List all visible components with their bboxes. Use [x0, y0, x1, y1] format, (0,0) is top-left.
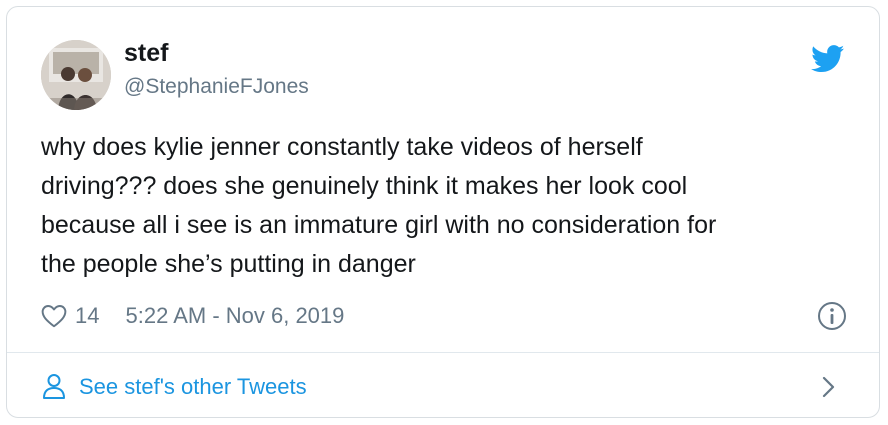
- heart-icon[interactable]: [41, 304, 67, 328]
- author-handle[interactable]: @StephanieFJones: [124, 75, 309, 99]
- info-icon[interactable]: [817, 301, 847, 331]
- tweet-card: stef @StephanieFJones why does kylie jen…: [6, 6, 880, 418]
- footer-link-label: See stef's other Tweets: [79, 374, 307, 399]
- like-count[interactable]: 14: [75, 303, 99, 329]
- twitter-bird-icon[interactable]: [811, 45, 845, 73]
- see-other-tweets-link[interactable]: See stef's other Tweets: [7, 353, 879, 417]
- profile-photo-icon: [41, 40, 111, 110]
- person-icon: [43, 374, 65, 399]
- chevron-right-icon: [822, 376, 835, 398]
- avatar[interactable]: [41, 40, 111, 110]
- author-name[interactable]: stef: [124, 39, 168, 68]
- timestamp[interactable]: 5:22 AM - Nov 6, 2019: [125, 303, 344, 329]
- tweet-text: why does kylie jenner constantly take vi…: [41, 133, 717, 278]
- tweet-meta: 14 5:22 AM - Nov 6, 2019: [41, 299, 344, 333]
